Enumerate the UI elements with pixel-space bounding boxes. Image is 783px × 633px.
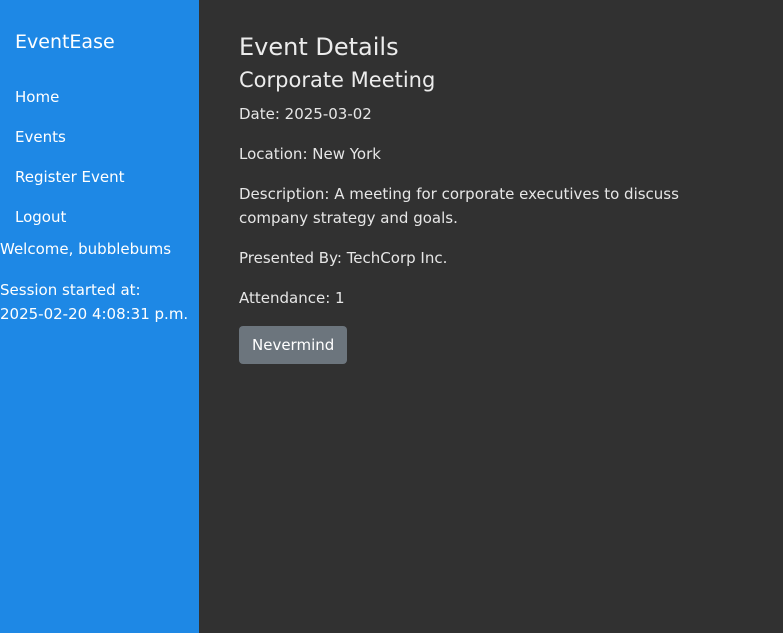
nav-link-logout[interactable]: Logout [15,208,66,226]
nav-link-register-event[interactable]: Register Event [15,168,125,186]
event-description: Description: A meeting for corporate exe… [239,185,679,227]
session-time: 2025-02-20 4:08:31 p.m. [0,305,189,323]
welcome-text: Welcome, bubblebums [0,240,172,258]
event-presenter: Presented By: TechCorp Inc. [239,249,448,267]
nav-link-events[interactable]: Events [15,128,66,146]
event-attendance: Attendance: 1 [239,289,345,307]
event-date: Date: 2025-03-02 [239,105,372,123]
nav-item-events: Events [15,126,125,166]
event-details-panel: Event Details Corporate Meeting Date: 20… [239,32,749,364]
nevermind-button[interactable]: Nevermind [239,326,348,364]
main-content: Event Details Corporate Meeting Date: 20… [199,0,783,633]
sidebar: EventEase Home Events Register Event Log… [0,0,199,633]
event-location: Location: New York [239,145,381,163]
event-name: Corporate Meeting [239,68,436,92]
nav-item-home: Home [15,86,125,126]
nav-link-home[interactable]: Home [15,88,59,106]
session-info: Session started at: 2025-02-20 4:08:31 p… [0,278,195,326]
page-title: Event Details [239,33,399,61]
sidebar-nav: Home Events Register Event Logout [15,86,125,246]
session-label: Session started at: [0,281,141,299]
brand-title: EventEase [15,31,115,53]
app: EventEase Home Events Register Event Log… [0,0,783,633]
nav-item-register-event: Register Event [15,166,125,206]
